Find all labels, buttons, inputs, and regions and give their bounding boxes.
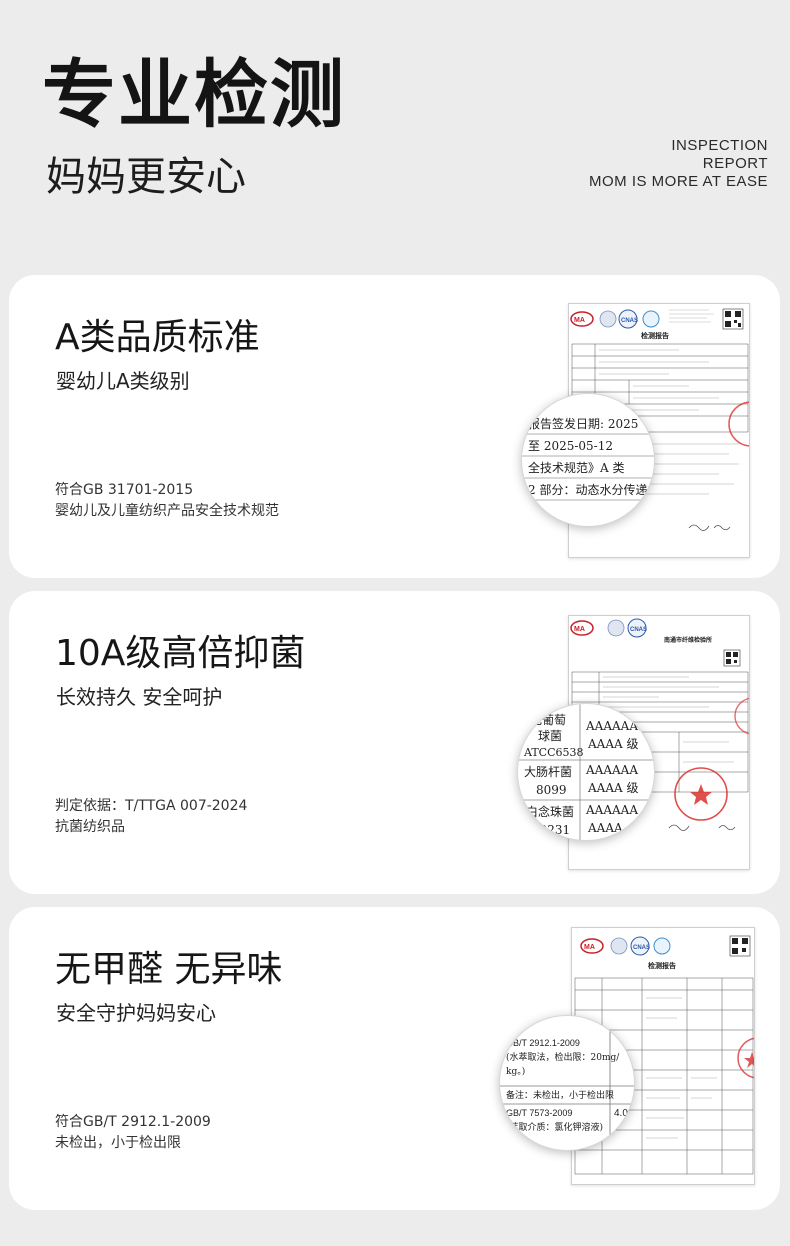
note-line: 未检出，小于检出限: [55, 1135, 181, 1151]
ilac-logo: [599, 310, 617, 328]
magnifier-cell: 球菌: [538, 729, 562, 743]
magnifier-line: kg。): [506, 1066, 525, 1077]
magnifier-cell: 10231: [532, 823, 570, 837]
magnifier-cell: 8099: [536, 783, 567, 797]
tagline-line: REPORT: [702, 155, 768, 172]
page-title: 专业检测: [42, 52, 346, 138]
magnifier-cell: AAAAAA: [585, 803, 638, 817]
magnifier-cell: ATCC6538: [523, 746, 584, 759]
magnifier-line: 至 2025-05-12: [528, 439, 613, 453]
magnifier-cell: AAAA 级: [587, 737, 638, 751]
magnifier-line: GB/T 2912.1-2009: [506, 1038, 580, 1048]
card-title: 无甲醛 无异味: [55, 949, 283, 990]
svg-text:MA: MA: [574, 626, 585, 633]
svg-text:CNAS: CNAS: [621, 318, 638, 324]
magnifier-line: (水萃取法，检出限：20mg/: [506, 1051, 620, 1063]
cma-logo: MA: [580, 938, 604, 954]
seal-star: [744, 1052, 754, 1068]
doc-heading: 检测报告: [641, 331, 669, 340]
feature-card-a-class: A类品质标准 婴幼儿A类级别 符合GB 31701-2015 婴幼儿及儿童纺织产…: [9, 275, 780, 578]
tagline-line: INSPECTION: [671, 137, 768, 154]
seal-stamp: [728, 401, 749, 447]
note-line: 符合GB 31701-2015: [55, 482, 194, 498]
svg-text:CNAS: CNAS: [633, 945, 650, 951]
cma-logo: MA: [570, 311, 594, 327]
doc-heading: 检测报告: [648, 961, 676, 970]
report-magnifier: 报告签发日期: 2025 至 2025-05-12 全技术规范》A 类 2 部分…: [521, 393, 655, 527]
magnifier-cell: 色葡萄: [530, 713, 566, 727]
doc-heading: 南通市纤维检验所: [664, 636, 712, 644]
magnifier-line: (萃取介质：氯化钾溶液): [506, 1121, 603, 1133]
note-line: 判定依据：T/TTGA 007-2024: [55, 798, 248, 814]
card-title: 10A级高倍抑菌: [55, 633, 306, 674]
magnifier-cell: AAAAAA: [585, 719, 638, 733]
note-line: 婴幼儿及儿童纺织产品安全技术规范: [55, 503, 279, 519]
cma-logo: MA: [570, 620, 594, 636]
report-magnifier: GB/T 2912.1-2009 (水萃取法，检出限：20mg/ kg。) 备注…: [499, 1015, 635, 1151]
cnas-logo: CNAS: [618, 309, 638, 329]
qr-code-icon: [729, 935, 751, 957]
magnifier-line: 全技术规范》A 类: [528, 460, 624, 475]
card-title: A类品质标准: [55, 317, 260, 358]
english-tagline: INSPECTION REPORT MOM IS MORE AT EASE: [589, 137, 768, 191]
badge-icon: [642, 310, 660, 328]
magnifier-cell: 白念珠菌: [526, 804, 574, 819]
svg-text:MA: MA: [584, 944, 595, 951]
magnifier-cell: AAAA 级: [587, 781, 638, 795]
magnifier-line: 报告签发日期: 2025: [528, 416, 638, 431]
svg-text:MA: MA: [574, 317, 585, 324]
tagline-line: MOM IS MORE AT EASE: [589, 173, 768, 190]
card-subtitle: 安全守护妈妈安心: [56, 1001, 216, 1025]
ilac-logo: [610, 937, 628, 955]
badge-icon: [653, 937, 671, 955]
note-line: 符合GB/T 2912.1-2009: [55, 1114, 211, 1130]
qr-code-icon: [723, 649, 741, 667]
magnifier-cell: 大肠杆菌: [524, 765, 572, 779]
card-note: 符合GB/T 2912.1-2009 未检出，小于检出限: [55, 1112, 211, 1154]
magnifier-line: 2 部分：动态水分传递: [528, 482, 647, 497]
svg-text:CNAS: CNAS: [630, 627, 647, 633]
magnifier-cell: AAAA: [587, 821, 623, 835]
card-subtitle: 婴幼儿A类级别: [56, 369, 190, 393]
seal-stamp: [674, 767, 728, 821]
qr-code-icon: [722, 308, 744, 330]
report-magnifier: 色葡萄 AAAAAA 球菌 AAAA 级 ATCC6538 大肠杆菌 AAAAA…: [517, 703, 655, 841]
card-note: 判定依据：T/TTGA 007-2024 抗菌纺织品: [55, 796, 247, 838]
magnifier-line: 备注：未检出，小于检出限: [506, 1089, 614, 1101]
cnas-logo: CNAS: [630, 936, 650, 956]
ilac-logo: [607, 619, 625, 637]
note-line: 抗菌纺织品: [55, 819, 125, 835]
feature-card-antibacterial: 10A级高倍抑菌 长效持久 安全呵护 判定依据：T/TTGA 007-2024 …: [9, 591, 780, 894]
page-subtitle: 妈妈更安心: [46, 154, 246, 200]
card-note: 符合GB 31701-2015 婴幼儿及儿童纺织产品安全技术规范: [55, 480, 279, 522]
feature-card-formaldehyde-free: 无甲醛 无异味 安全守护妈妈安心 符合GB/T 2912.1-2009 未检出，…: [9, 907, 780, 1210]
cnas-logo: CNAS: [627, 618, 647, 638]
magnifier-line: GB/T 7573-2009: [506, 1108, 572, 1118]
magnifier-cell: AAAAAA: [585, 763, 638, 777]
card-subtitle: 长效持久 安全呵护: [56, 685, 223, 709]
